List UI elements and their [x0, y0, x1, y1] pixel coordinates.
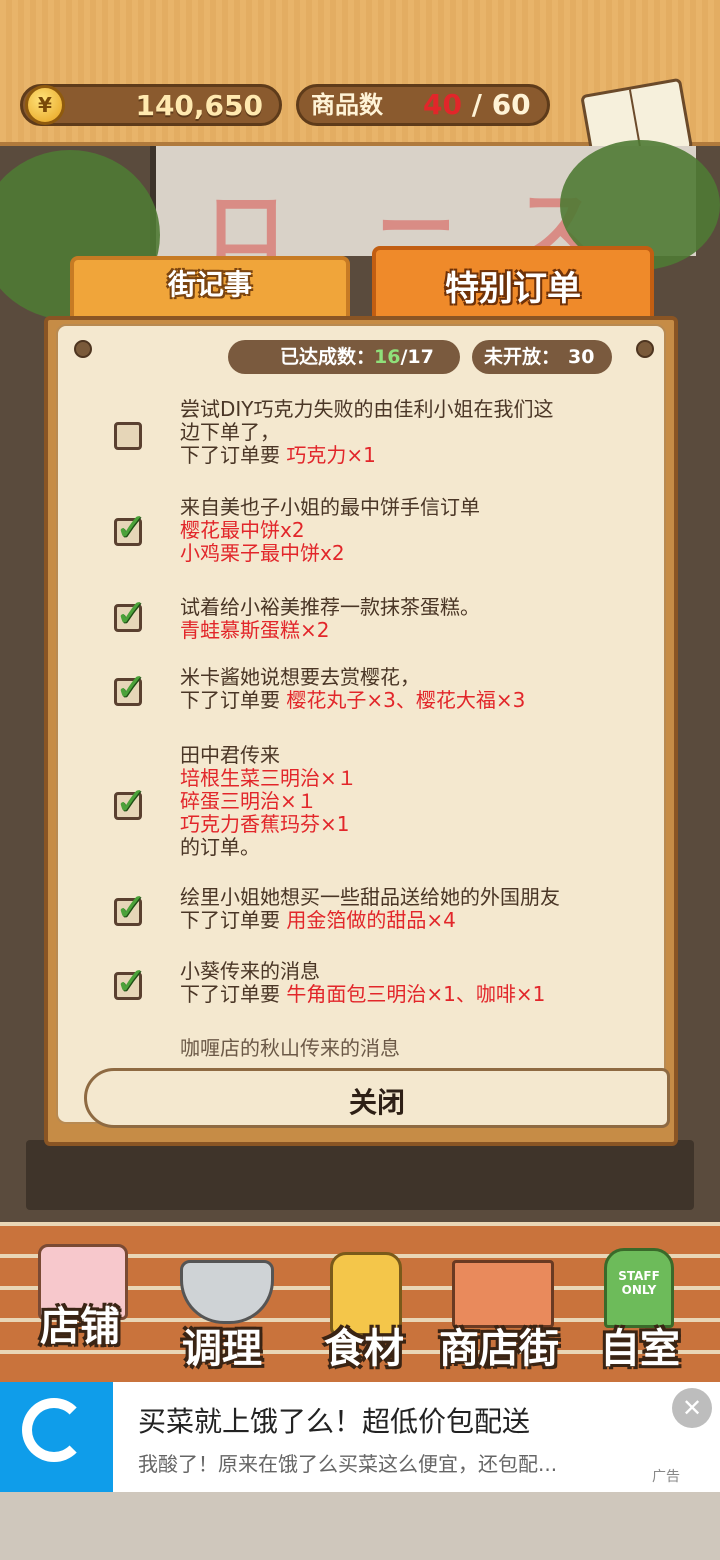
order-prefix: 下了订单要 — [180, 443, 287, 467]
order-items: 牛角面包三明治×1、咖啡×1 — [286, 982, 546, 1006]
order-items: 用金箔做的甜品×4 — [286, 908, 456, 932]
close-button[interactable]: 关闭 — [84, 1068, 670, 1128]
order-line: 的订单。 — [180, 835, 260, 859]
checkmark-icon — [114, 591, 147, 635]
panel-shadow — [26, 1140, 694, 1210]
order-items: 樱花最中饼x2 — [180, 518, 305, 542]
bottom-ground — [0, 1492, 720, 1560]
menu-label: 自室 — [600, 1326, 680, 1372]
ad-subtitle: 我酸了！原来在饿了么买菜这么便宜，还包配... — [138, 1452, 558, 1476]
close-label: 关闭 — [348, 1086, 405, 1119]
checkmark-icon — [114, 665, 147, 709]
completed-count: 已达成数： 16/17 — [228, 340, 460, 374]
order-line: 试着给小裕美推荐一款抹茶蛋糕。 — [180, 595, 480, 619]
checkmark-icon — [114, 505, 147, 549]
order-text: 来自美也子小姐的最中饼手信订单 樱花最中饼x2 小鸡栗子最中饼x2 — [180, 496, 630, 565]
ad-close-button[interactable]: ✕ — [672, 1388, 712, 1428]
menu-ingredients[interactable]: 食材 — [308, 1230, 420, 1380]
menu-label: 食材 — [324, 1326, 404, 1372]
menu-my-room[interactable]: STAFF ONLY 自室 — [590, 1230, 690, 1380]
order-line: 边下单了， — [180, 420, 280, 444]
menu-shopping-street[interactable]: 商店街 — [426, 1230, 572, 1380]
order-text: 米卡酱她说想要去赏樱花， 下了订单要 樱花丸子×3、樱花大福×3 — [180, 666, 630, 712]
tab-special-orders[interactable]: 特别订单 — [372, 246, 654, 326]
menu-label: 商店街 — [439, 1326, 559, 1372]
checkmark-icon — [114, 885, 147, 929]
order-items: 青蛙慕斯蛋糕×2 — [180, 618, 330, 642]
completed-current: 16 — [374, 346, 401, 368]
menu-shop[interactable]: 店铺 — [24, 1230, 136, 1380]
order-line: 来自美也子小姐的最中饼手信订单 — [180, 495, 480, 519]
goods-counter: 商品数 40 / 60 — [296, 84, 550, 126]
pin-icon — [74, 340, 92, 358]
unopened-count: 未开放： 30 — [472, 340, 612, 374]
order-text: 绘里小姐她想买一些甜品送给她的外国朋友 下了订单要 用金箔做的甜品×4 — [180, 886, 630, 932]
menu-label: 店铺 — [40, 1304, 120, 1350]
checkmark-icon — [114, 779, 147, 823]
tab-street-news[interactable]: 街记事 — [70, 256, 350, 322]
coin-counter: ¥ 140,650 — [20, 84, 282, 126]
order-line: 小葵传来的消息 — [180, 959, 320, 983]
order-prefix: 下了订单要 — [180, 982, 287, 1006]
unopened-label: 未开放： — [484, 346, 561, 368]
goods-count: 40 / 60 — [423, 87, 531, 123]
order-line: 下了订单要 牛角面包三明治×1、咖啡×1 — [180, 983, 630, 1006]
goods-label: 商品数 — [311, 91, 383, 119]
order-items: 巧克力香蕉玛芬×1 — [180, 812, 350, 836]
order-items: 培根生菜三明治×１ — [180, 766, 357, 790]
pin-icon — [636, 340, 654, 358]
order-items: 樱花丸子×3、樱花大福×3 — [286, 688, 526, 712]
order-line: 绘里小姐她想买一些甜品送给她的外国朋友 — [180, 885, 560, 909]
unopened-value: 30 — [568, 346, 595, 368]
order-text: 尝试DIY巧克力失败的由佳利小姐在我们这 边下单了， 下了订单要 巧克力×1 — [180, 398, 630, 467]
menu-label: 调理 — [182, 1326, 262, 1372]
order-line: 田中君传来 — [180, 743, 280, 767]
goods-max: / 60 — [471, 88, 531, 121]
order-items: 小鸡栗子最中饼x2 — [180, 541, 345, 565]
orders-paper: 尝试DIY巧克力失败的由佳利小姐在我们这 边下单了， 下了订单要 巧克力×1 来… — [56, 324, 666, 1124]
order-line: 尝试DIY巧克力失败的由佳利小姐在我们这 — [180, 397, 554, 421]
ad-title: 买菜就上饿了么！超低价包配送 — [138, 1405, 531, 1438]
order-line: 米卡酱她说想要去赏樱花， — [180, 665, 420, 689]
order-prefix: 下了订单要 — [180, 908, 287, 932]
mixing-bowl-icon — [180, 1260, 274, 1324]
order-text: 试着给小裕美推荐一款抹茶蛋糕。 青蛙慕斯蛋糕×2 — [180, 596, 630, 642]
coin-icon: ¥ — [25, 85, 65, 125]
ad-tag: 广告 — [652, 1469, 680, 1485]
order-partial-line: 咖喱店的秋山传来的消息 — [180, 1036, 400, 1060]
order-items: 巧克力×1 — [286, 443, 376, 467]
goods-current: 40 — [423, 88, 462, 121]
completed-value: 16/17 — [374, 340, 434, 374]
checkmark-icon — [114, 959, 147, 1003]
order-text: 田中君传来 培根生菜三明治×１ 碎蛋三明治×１ 巧克力香蕉玛芬×1 的订单。 — [180, 744, 630, 859]
coin-value: 140,650 — [135, 89, 263, 122]
order-line: 下了订单要 巧克力×1 — [180, 444, 630, 467]
order-prefix: 下了订单要 — [180, 688, 287, 712]
order-line: 下了订单要 樱花丸子×3、樱花大福×3 — [180, 689, 630, 712]
ad-banner[interactable]: 买菜就上饿了么！超低价包配送 我酸了！原来在饿了么买菜这么便宜，还包配... — [0, 1382, 720, 1492]
completed-label: 已达成数： — [280, 346, 376, 368]
checkbox-icon — [114, 422, 142, 450]
order-items: 碎蛋三明治×１ — [180, 789, 317, 813]
eleme-logo-icon — [0, 1382, 113, 1492]
order-text: 小葵传来的消息 下了订单要 牛角面包三明治×1、咖啡×1 — [180, 960, 630, 1006]
order-line: 下了订单要 用金箔做的甜品×4 — [180, 909, 630, 932]
menu-cooking[interactable]: 调理 — [166, 1230, 278, 1380]
completed-total: /17 — [400, 346, 434, 368]
